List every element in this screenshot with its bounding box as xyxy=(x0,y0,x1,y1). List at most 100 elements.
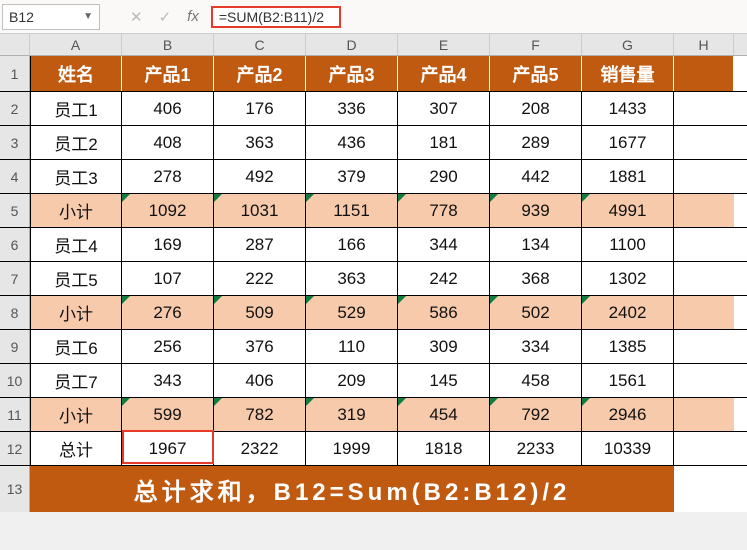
row-header-13[interactable]: 13 xyxy=(0,466,30,512)
cell-E11[interactable]: 454 xyxy=(398,398,490,431)
cell-A9[interactable]: 员工6 xyxy=(30,330,122,363)
cell-A12[interactable]: 总计 xyxy=(30,432,122,465)
col-header-H[interactable]: H xyxy=(674,34,734,55)
chevron-down-icon[interactable]: ▼ xyxy=(83,11,93,22)
cell-B3[interactable]: 408 xyxy=(122,126,214,159)
cell-B6[interactable]: 169 xyxy=(122,228,214,261)
cell-B9[interactable]: 256 xyxy=(122,330,214,363)
cell-F11[interactable]: 792 xyxy=(490,398,582,431)
cell-D12[interactable]: 1999 xyxy=(306,432,398,465)
cell-C3[interactable]: 363 xyxy=(214,126,306,159)
cell-C4[interactable]: 492 xyxy=(214,160,306,193)
cell-C10[interactable]: 406 xyxy=(214,364,306,397)
cell-C6[interactable]: 287 xyxy=(214,228,306,261)
col-header-F[interactable]: F xyxy=(490,34,582,55)
row-header-8[interactable]: 8 xyxy=(0,296,30,329)
cell-A10[interactable]: 员工7 xyxy=(30,364,122,397)
empty-cell[interactable] xyxy=(674,364,734,397)
cell-C9[interactable]: 376 xyxy=(214,330,306,363)
cell-F2[interactable]: 208 xyxy=(490,92,582,125)
cell-E9[interactable]: 309 xyxy=(398,330,490,363)
row-header-11[interactable]: 11 xyxy=(0,398,30,431)
cell-G12[interactable]: 10339 xyxy=(582,432,674,465)
cell-A7[interactable]: 员工5 xyxy=(30,262,122,295)
cell-F9[interactable]: 334 xyxy=(490,330,582,363)
cell-E3[interactable]: 181 xyxy=(398,126,490,159)
cell-D3[interactable]: 436 xyxy=(306,126,398,159)
row-header-9[interactable]: 9 xyxy=(0,330,30,363)
empty-cell[interactable] xyxy=(674,228,734,261)
select-all-corner[interactable] xyxy=(0,34,30,56)
cell-A5[interactable]: 小计 xyxy=(30,194,122,227)
col-header-C[interactable]: C xyxy=(214,34,306,55)
cell-G2[interactable]: 1433 xyxy=(582,92,674,125)
cell-C8[interactable]: 509 xyxy=(214,296,306,329)
col-header-E[interactable]: E xyxy=(398,34,490,55)
cell-F7[interactable]: 368 xyxy=(490,262,582,295)
cell-E6[interactable]: 344 xyxy=(398,228,490,261)
cell-C7[interactable]: 222 xyxy=(214,262,306,295)
enter-icon[interactable]: ✓ xyxy=(159,8,172,26)
header-cell-f[interactable]: 产品5 xyxy=(490,56,582,91)
empty-cell[interactable] xyxy=(674,194,734,227)
cell-D9[interactable]: 110 xyxy=(306,330,398,363)
cell-B12[interactable]: 1967 xyxy=(122,432,214,465)
cell-E10[interactable]: 145 xyxy=(398,364,490,397)
empty-cell[interactable] xyxy=(674,296,734,329)
cell-G11[interactable]: 2946 xyxy=(582,398,674,431)
cell-C2[interactable]: 176 xyxy=(214,92,306,125)
cell-D11[interactable]: 319 xyxy=(306,398,398,431)
col-header-A[interactable]: A xyxy=(30,34,122,55)
cancel-icon[interactable]: ✕ xyxy=(130,8,143,26)
cell-F10[interactable]: 458 xyxy=(490,364,582,397)
header-cell-d[interactable]: 产品3 xyxy=(306,56,398,91)
cell-F4[interactable]: 442 xyxy=(490,160,582,193)
cell-D7[interactable]: 363 xyxy=(306,262,398,295)
cell-B4[interactable]: 278 xyxy=(122,160,214,193)
cell-F12[interactable]: 2233 xyxy=(490,432,582,465)
row-header-4[interactable]: 4 xyxy=(0,160,30,193)
header-cell-e[interactable]: 产品4 xyxy=(398,56,490,91)
cell-G4[interactable]: 1881 xyxy=(582,160,674,193)
cell-E7[interactable]: 242 xyxy=(398,262,490,295)
cell-B7[interactable]: 107 xyxy=(122,262,214,295)
cell-A8[interactable]: 小计 xyxy=(30,296,122,329)
formula-text[interactable]: =SUM(B2:B11)/2 xyxy=(211,6,341,28)
name-box[interactable]: B12 ▼ xyxy=(2,4,100,30)
row-header-7[interactable]: 7 xyxy=(0,262,30,295)
row-header-5[interactable]: 5 xyxy=(0,194,30,227)
empty-cell[interactable] xyxy=(674,92,734,125)
col-header-D[interactable]: D xyxy=(306,34,398,55)
row-header-6[interactable]: 6 xyxy=(0,228,30,261)
cell-D10[interactable]: 209 xyxy=(306,364,398,397)
cell-A6[interactable]: 员工4 xyxy=(30,228,122,261)
row-header-2[interactable]: 2 xyxy=(0,92,30,125)
fx-icon[interactable]: fx xyxy=(187,8,199,25)
cell-G10[interactable]: 1561 xyxy=(582,364,674,397)
cell-F8[interactable]: 502 xyxy=(490,296,582,329)
empty-cell[interactable] xyxy=(674,398,734,431)
empty-cell[interactable] xyxy=(674,262,734,295)
cell-C12[interactable]: 2322 xyxy=(214,432,306,465)
cell-D5[interactable]: 1151 xyxy=(306,194,398,227)
cell-G9[interactable]: 1385 xyxy=(582,330,674,363)
cell-E12[interactable]: 1818 xyxy=(398,432,490,465)
cell-B5[interactable]: 1092 xyxy=(122,194,214,227)
cell-A2[interactable]: 员工1 xyxy=(30,92,122,125)
header-cell-c[interactable]: 产品2 xyxy=(214,56,306,91)
cell-G8[interactable]: 2402 xyxy=(582,296,674,329)
cell-A11[interactable]: 小计 xyxy=(30,398,122,431)
row-header-10[interactable]: 10 xyxy=(0,364,30,397)
cell-B11[interactable]: 599 xyxy=(122,398,214,431)
empty-cell[interactable] xyxy=(674,432,734,465)
cell-G7[interactable]: 1302 xyxy=(582,262,674,295)
cell-E8[interactable]: 586 xyxy=(398,296,490,329)
empty-cell[interactable] xyxy=(674,126,734,159)
empty-cell[interactable] xyxy=(674,330,734,363)
cell-B10[interactable]: 343 xyxy=(122,364,214,397)
cell-A3[interactable]: 员工2 xyxy=(30,126,122,159)
cell-D2[interactable]: 336 xyxy=(306,92,398,125)
empty-cell[interactable] xyxy=(674,160,734,193)
cell-C11[interactable]: 782 xyxy=(214,398,306,431)
cell-F3[interactable]: 289 xyxy=(490,126,582,159)
